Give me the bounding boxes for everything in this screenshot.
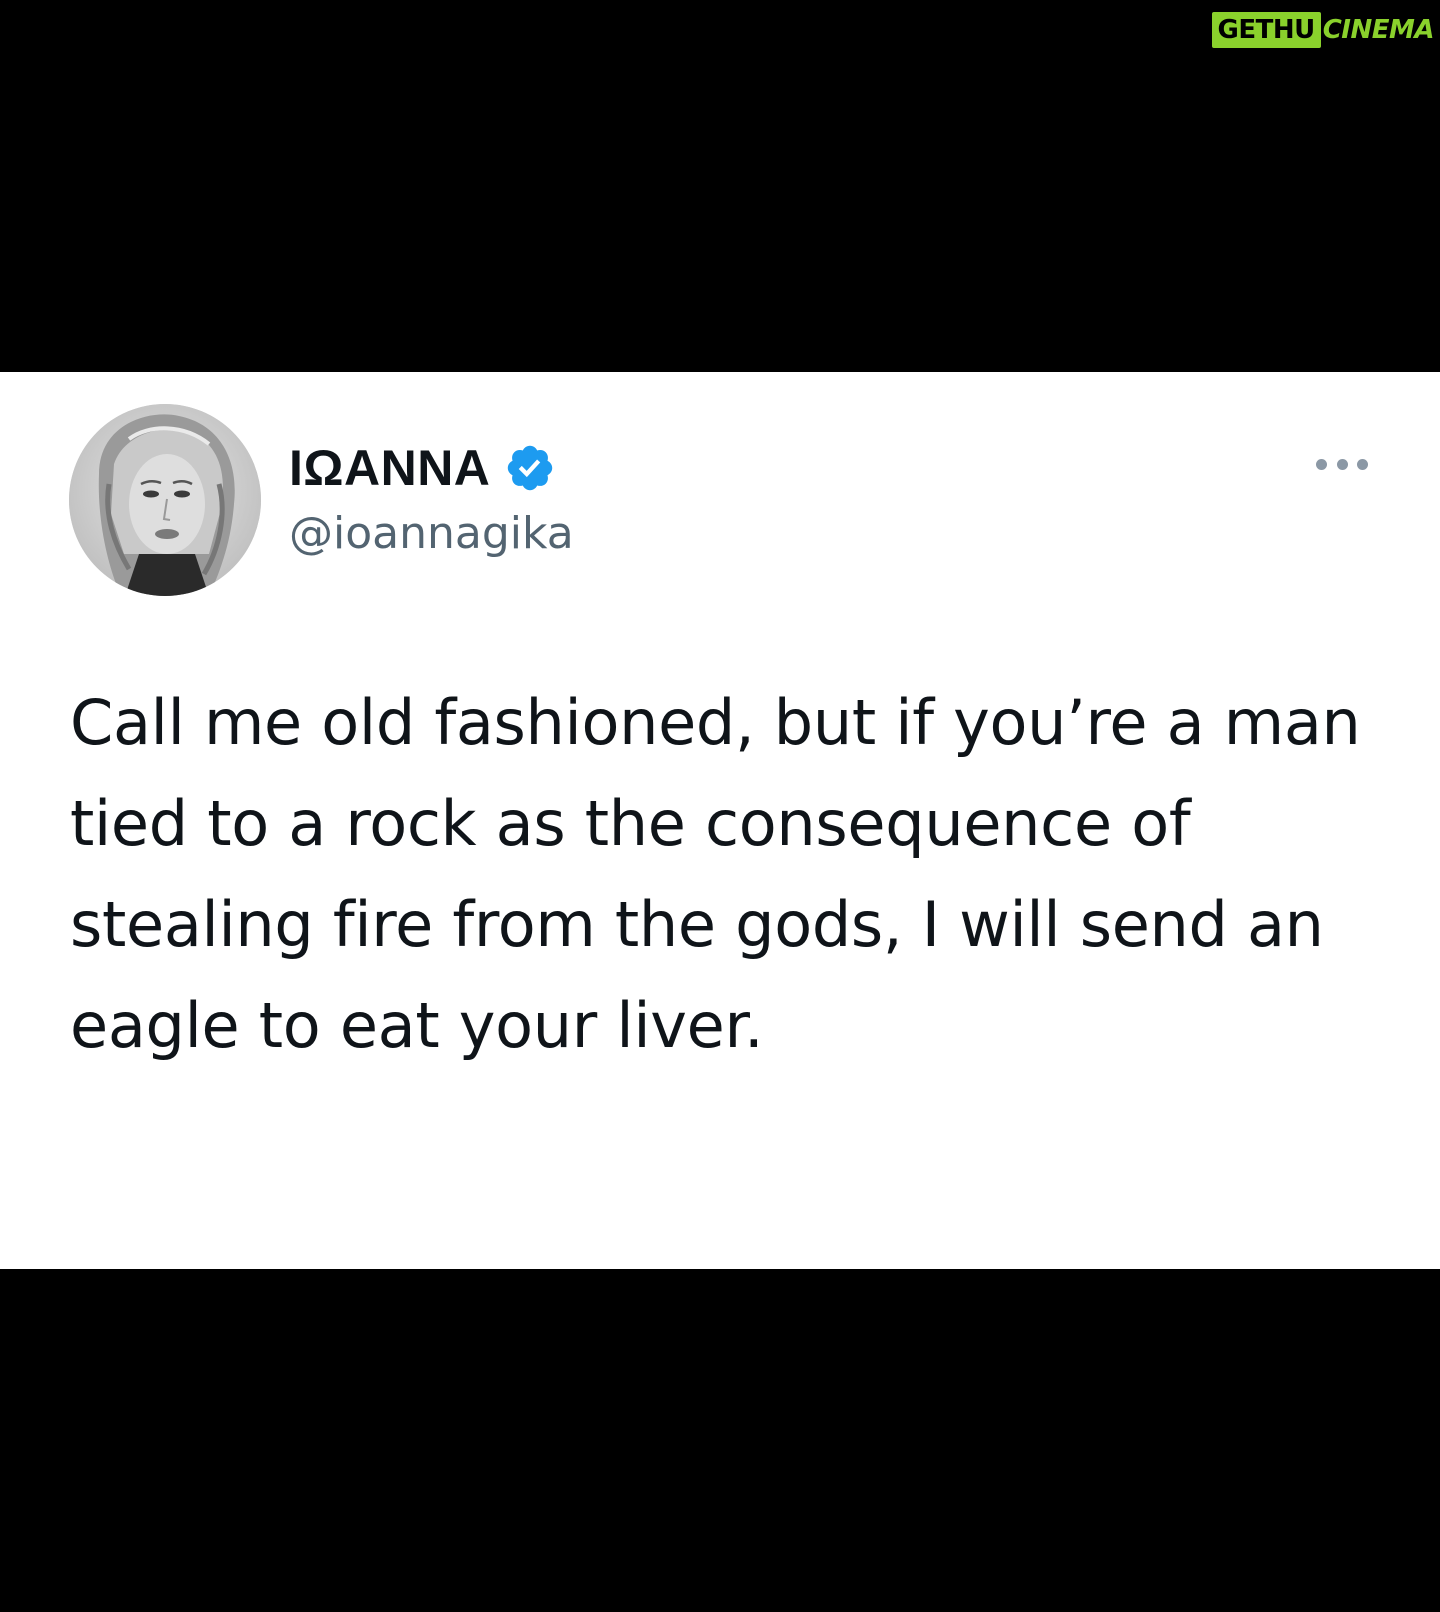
- more-options-button[interactable]: [1316, 452, 1368, 476]
- more-horizontal-icon-dot: [1316, 458, 1327, 470]
- tweet-text: Call me old fashioned, but if you’re a m…: [70, 686, 1361, 1062]
- display-name-row: ΙΩΑΝΝΑ: [289, 438, 556, 498]
- more-horizontal-icon-dot: [1357, 458, 1368, 470]
- watermark-text: CINEMA: [1322, 15, 1435, 45]
- screenshot-canvas: GETHU CINEMA ΙΩΑΝΝΑ @ioannagika Call me …: [0, 0, 1440, 1612]
- watermark-boxed-text: GETHU: [1211, 12, 1321, 48]
- display-name[interactable]: ΙΩΑΝΝΑ: [289, 439, 490, 497]
- verified-badge-icon: [504, 442, 556, 494]
- avatar[interactable]: [69, 404, 261, 596]
- tweet-card: ΙΩΑΝΝΑ @ioannagika Call me old fashioned…: [0, 372, 1440, 1269]
- avatar-image: [69, 404, 261, 596]
- user-handle[interactable]: @ioannagika: [289, 508, 574, 559]
- more-horizontal-icon-dot: [1336, 458, 1348, 470]
- watermark-logo: GETHU CINEMA: [1211, 12, 1435, 48]
